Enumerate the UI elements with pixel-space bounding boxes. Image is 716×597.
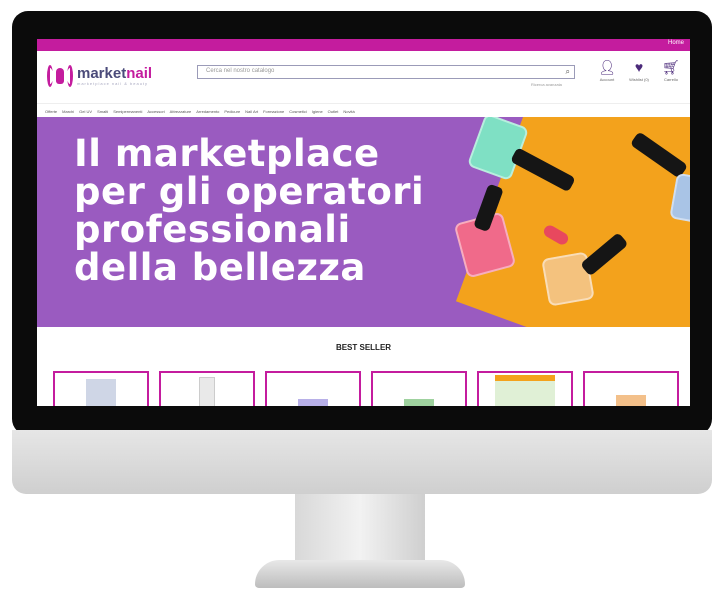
nav-item[interactable]: Arredamento: [196, 109, 219, 114]
nav-item[interactable]: Pedicure: [224, 109, 240, 114]
nav-item[interactable]: Outlet: [328, 109, 339, 114]
heart-icon: ♥: [634, 59, 644, 75]
search-icon[interactable]: ⌕: [566, 67, 570, 77]
nav-item[interactable]: Semipermanenti: [113, 109, 142, 114]
monitor-stand-neck: [295, 494, 425, 564]
screen: Home marketnail marketplace nail & beaut…: [37, 39, 690, 406]
nav-item[interactable]: Attrezzature: [170, 109, 192, 114]
nav-item[interactable]: Smalti: [97, 109, 108, 114]
product-card[interactable]: [265, 371, 361, 406]
logo-tagline: marketplace nail & beauty: [77, 81, 149, 86]
nail-polish-peach: [541, 232, 629, 307]
account-button[interactable]: 👤︎ Account: [596, 59, 618, 82]
home-link[interactable]: Home: [668, 40, 684, 46]
hero-banner[interactable]: Il marketplace per gli operatori profess…: [37, 117, 690, 327]
nav-item[interactable]: Formazione: [263, 109, 284, 114]
user-icon: 👤︎: [598, 59, 616, 75]
site-header: marketnail marketplace nail & beauty Cer…: [37, 51, 690, 104]
cart-button[interactable]: 🛒︎ Carrello: [660, 59, 682, 82]
wishlist-button[interactable]: ♥ Wishlist (0): [628, 59, 650, 82]
nav-item[interactable]: Marchi: [62, 109, 74, 114]
product-card[interactable]: [371, 371, 467, 406]
product-image: [495, 375, 555, 406]
nav-item[interactable]: Offerte: [45, 109, 57, 114]
cart-icon: 🛒︎: [662, 59, 680, 75]
logo-name: marketnail: [77, 65, 153, 82]
product-card[interactable]: [53, 371, 149, 406]
product-card[interactable]: [159, 371, 255, 406]
monitor-chin: [12, 430, 712, 494]
logo-nail-icon: [47, 63, 73, 89]
product-image: [298, 399, 328, 406]
category-nav: Offerte Marchi Gel UV Smalti Semipermane…: [37, 104, 690, 118]
product-image: [404, 399, 434, 406]
nav-item[interactable]: Nail Art: [245, 109, 258, 114]
nav-item[interactable]: Cosmetici: [289, 109, 307, 114]
product-card[interactable]: [583, 371, 679, 406]
product-image: [199, 377, 215, 406]
advanced-search-link[interactable]: Ricerca avanzata: [531, 82, 562, 87]
monitor-stand-base: [255, 560, 465, 588]
nav-item[interactable]: Novità: [343, 109, 354, 114]
nav-item[interactable]: Accessori: [147, 109, 164, 114]
product-image: [616, 395, 646, 406]
product-image: [86, 379, 116, 406]
nav-item[interactable]: Igiene: [312, 109, 323, 114]
best-seller-title: BEST SELLER: [335, 343, 392, 352]
top-bar: Home: [37, 39, 690, 51]
search-input[interactable]: Cerca nel nostro catalogo ⌕: [197, 65, 575, 79]
hero-heading: Il marketplace per gli operatori profess…: [74, 132, 425, 289]
product-card[interactable]: [477, 371, 573, 406]
product-carousel: [53, 371, 679, 406]
site-logo[interactable]: marketnail marketplace nail & beauty: [47, 63, 152, 89]
nav-item[interactable]: Gel UV: [79, 109, 92, 114]
search-placeholder: Cerca nel nostro catalogo: [206, 68, 275, 74]
header-actions: 👤︎ Account ♥ Wishlist (0) 🛒︎ Carrello: [596, 59, 682, 82]
